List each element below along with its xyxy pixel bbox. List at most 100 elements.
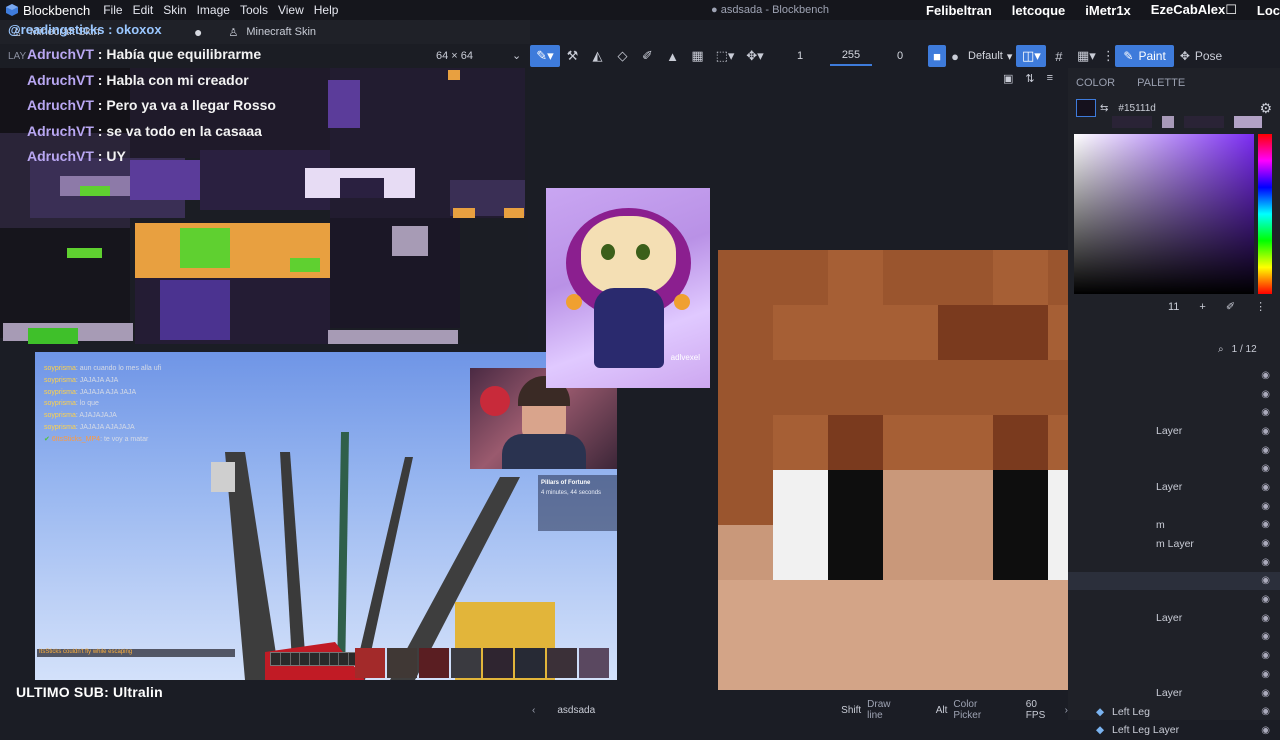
face-pixel[interactable] xyxy=(718,470,773,525)
brush-size-field[interactable]: 1 xyxy=(770,46,830,66)
visibility-eye-icon[interactable]: ◉ xyxy=(1261,538,1270,549)
active-color-swatch[interactable] xyxy=(1076,99,1096,117)
visibility-eye-icon[interactable]: ◉ xyxy=(1261,501,1270,512)
outliner-row[interactable]: ◉ xyxy=(1068,665,1280,684)
visibility-eye-icon[interactable]: ◉ xyxy=(1261,426,1270,437)
visibility-eye-icon[interactable]: ◉ xyxy=(1261,482,1270,493)
face-pixel[interactable] xyxy=(883,415,938,470)
add-icon[interactable]: + xyxy=(1199,301,1205,313)
face-pixel[interactable] xyxy=(883,305,938,360)
menu-file[interactable]: File xyxy=(98,3,127,17)
face-pixel[interactable] xyxy=(883,470,938,525)
face-pixel[interactable] xyxy=(773,470,828,525)
face-pixel[interactable] xyxy=(773,250,828,305)
brush-tool-icon[interactable]: ✎▾ xyxy=(530,45,560,67)
pose-mode-button[interactable]: ✥ Pose xyxy=(1174,45,1228,67)
layer-value-field[interactable]: 11 xyxy=(1168,301,1179,313)
layout-icon[interactable]: ▦▾ xyxy=(1071,45,1101,67)
color-picker-icon[interactable]: ✐ xyxy=(635,45,660,67)
recent-color[interactable] xyxy=(1234,116,1262,128)
outliner-row[interactable]: Layer ◉ xyxy=(1068,609,1280,628)
menu-tools[interactable]: Tools xyxy=(235,3,273,17)
chevron-left-icon[interactable]: ‹ xyxy=(532,705,535,716)
outliner-row[interactable]: ◉ xyxy=(1068,571,1280,591)
face-pixel[interactable] xyxy=(993,415,1048,470)
face-pixel[interactable] xyxy=(993,580,1048,635)
face-pixel[interactable] xyxy=(773,415,828,470)
hue-slider[interactable] xyxy=(1258,134,1272,294)
visibility-eye-icon[interactable]: ◉ xyxy=(1261,613,1270,624)
outliner-row[interactable]: ◉ xyxy=(1068,646,1280,665)
face-pixel[interactable] xyxy=(828,580,883,635)
face-pixel[interactable] xyxy=(938,305,993,360)
face-pixel[interactable] xyxy=(718,525,773,580)
outliner-row[interactable]: ◉ xyxy=(1068,497,1280,516)
outliner-row[interactable]: ◉ xyxy=(1068,628,1280,647)
outliner-row[interactable]: ◉ xyxy=(1068,403,1280,422)
face-pixel[interactable] xyxy=(938,635,993,690)
face-pixel[interactable] xyxy=(883,250,938,305)
face-pixel[interactable] xyxy=(828,635,883,690)
visibility-eye-icon[interactable]: ◉ xyxy=(1261,669,1270,680)
face-pixel[interactable] xyxy=(938,415,993,470)
more-icon[interactable]: ⋮ xyxy=(1101,45,1115,67)
face-pixel[interactable] xyxy=(773,635,828,690)
search-icon[interactable]: ⌕ xyxy=(1218,344,1224,355)
tab-minecraft-skin-2[interactable]: ● ♙ Minecraft Skin xyxy=(182,20,342,44)
visibility-eye-icon[interactable]: ◉ xyxy=(1261,407,1270,418)
recent-color[interactable] xyxy=(1184,116,1224,128)
face-pixel[interactable] xyxy=(828,305,883,360)
menu-edit[interactable]: Edit xyxy=(128,3,159,17)
more-icon[interactable]: ⋮ xyxy=(1255,300,1266,313)
outliner-row[interactable]: m Layer ◉ xyxy=(1068,534,1280,553)
menu-skin[interactable]: Skin xyxy=(158,3,191,17)
face-pixel[interactable] xyxy=(993,250,1048,305)
face-pixel[interactable] xyxy=(993,525,1048,580)
sort-icon[interactable]: ⇅ xyxy=(1025,72,1034,85)
image-icon[interactable]: ▣ xyxy=(1003,72,1013,85)
visibility-eye-icon[interactable]: ◉ xyxy=(1261,389,1270,400)
opacity-field[interactable]: 255 xyxy=(830,46,872,66)
outliner-row[interactable]: ◆ Left Leg Layer ◉ xyxy=(1068,721,1280,740)
round-brush-icon[interactable]: ● xyxy=(946,45,964,67)
recent-color[interactable] xyxy=(1162,116,1174,128)
fill-tool-icon[interactable]: ◭ xyxy=(585,45,610,67)
mirror-tool-icon[interactable]: ◫▾ xyxy=(1016,45,1047,67)
recent-color[interactable] xyxy=(1112,116,1152,128)
square-brush-icon[interactable]: ■ xyxy=(928,45,946,67)
eraser-tool-icon[interactable]: ◇ xyxy=(610,45,635,67)
outliner-row[interactable]: ◉ xyxy=(1068,366,1280,385)
face-pixel[interactable] xyxy=(993,470,1048,525)
visibility-eye-icon[interactable]: ◉ xyxy=(1261,519,1270,530)
face-pixel[interactable] xyxy=(773,525,828,580)
face-pixel[interactable] xyxy=(938,580,993,635)
face-pixel[interactable] xyxy=(828,360,883,415)
outliner-row[interactable]: ◉ xyxy=(1068,441,1280,460)
face-pixel[interactable] xyxy=(718,360,773,415)
visibility-eye-icon[interactable]: ◉ xyxy=(1261,650,1270,661)
face-pixel[interactable] xyxy=(773,360,828,415)
menu-help[interactable]: Help xyxy=(309,3,344,17)
face-pixel[interactable] xyxy=(938,470,993,525)
face-pixel[interactable] xyxy=(883,525,938,580)
menu-icon[interactable]: ≡ xyxy=(1047,72,1053,85)
softness-field[interactable]: 0 xyxy=(872,46,928,66)
grid-icon[interactable]: # xyxy=(1046,45,1071,67)
face-pixel[interactable] xyxy=(828,250,883,305)
face-pixel[interactable] xyxy=(773,580,828,635)
face-pixel[interactable] xyxy=(718,415,773,470)
face-pixel[interactable] xyxy=(773,305,828,360)
outliner-row[interactable]: ◉ xyxy=(1068,553,1280,572)
visibility-eye-icon[interactable]: ◉ xyxy=(1261,557,1270,568)
blend-mode-select[interactable]: Default ▾ xyxy=(964,46,1016,66)
gradient-tool-icon[interactable]: ▦ xyxy=(685,45,710,67)
visibility-eye-icon[interactable]: ◉ xyxy=(1261,594,1270,605)
chevron-right-icon[interactable]: › xyxy=(1065,705,1068,716)
swap-colors-icon[interactable]: ⇆ xyxy=(1100,103,1108,114)
face-pixel[interactable] xyxy=(718,580,773,635)
outliner-row[interactable]: ◉ xyxy=(1068,590,1280,609)
menu-image[interactable]: Image xyxy=(192,3,235,17)
visibility-eye-icon[interactable]: ◉ xyxy=(1261,631,1270,642)
outliner-row[interactable]: ◉ xyxy=(1068,459,1280,478)
tab-color[interactable]: COLOR xyxy=(1076,77,1115,89)
